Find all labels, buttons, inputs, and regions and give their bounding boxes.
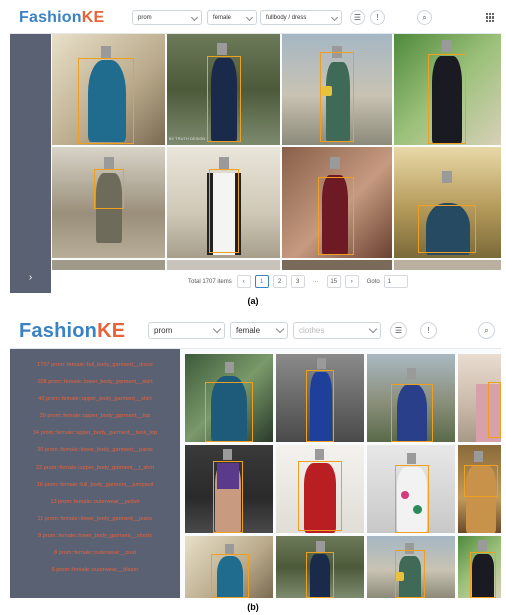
watermark: BY TRUTH DESIGN [169,136,206,141]
result-image[interactable] [185,354,273,442]
panel-a: FashionKE prom female fullbody / dress ☰… [10,3,501,293]
goto-input[interactable]: 1 [383,275,408,288]
result-image[interactable] [458,354,501,442]
next-page-button[interactable]: › [344,275,359,288]
filter-icon: ☰ [394,326,403,335]
page-1-button[interactable]: 1 [254,275,269,288]
result-image[interactable] [394,34,501,145]
category-item[interactable]: 1707 prom::female::full_body_garment__dr… [10,357,180,374]
caption-b: (b) [247,602,259,612]
result-image[interactable] [52,260,165,270]
filter-button[interactable]: ☰ [390,322,407,339]
result-image[interactable] [282,147,392,258]
sidebar: › [10,34,51,293]
category-item[interactable]: 13 prom::female::outerwear__jacket [10,494,180,511]
header: FashionKE prom female clothes ☰ ! ⌕ [10,314,501,349]
category-item[interactable]: 11 prom::female::lower_body_garment__jea… [10,511,180,528]
page-ellipsis: ··· [308,275,323,288]
result-image[interactable] [394,147,501,258]
clothes-select[interactable]: fullbody / dress [260,10,342,25]
search-icon: ⌕ [422,12,427,22]
page-15-button[interactable]: 15 [326,275,341,288]
gender-select[interactable]: female [230,322,288,339]
result-image[interactable] [276,445,364,533]
search-button[interactable]: ⌕ [417,10,432,25]
category-item[interactable]: 39 prom::female::upper_body_garment__top [10,408,180,425]
result-image[interactable] [394,260,501,270]
expand-sidebar-icon[interactable]: › [10,272,51,283]
image-grid [180,349,501,598]
header: FashionKE prom female fullbody / dress ☰… [10,3,501,34]
chevron-down-icon [190,13,199,21]
filter-button[interactable]: ☰ [350,10,365,25]
logo[interactable]: FashionKE [19,320,125,343]
gender-value: female [213,14,232,21]
category-item[interactable]: 8 prom::female::outerwear__coat [10,545,180,562]
caption-a: (a) [247,296,259,306]
info-icon: ! [376,13,379,22]
clothes-placeholder: clothes [299,326,325,335]
result-image[interactable] [367,354,455,442]
page-2-button[interactable]: 2 [272,275,287,288]
occasion-select[interactable]: prom [148,322,225,339]
occasion-select[interactable]: prom [132,10,202,25]
chevron-down-icon [245,13,254,21]
gender-value: female [236,326,261,335]
category-item[interactable]: 34 prom::female::upper_body_garment__tan… [10,425,180,442]
search-button[interactable]: ⌕ [478,322,495,339]
chevron-down-icon [330,13,339,21]
category-sidebar: 1707 prom::female::full_body_garment__dr… [10,349,180,598]
total-count: Total 1707 items [188,278,232,285]
result-image[interactable] [367,445,455,533]
image-grid: BY TRUTH DESIGN [51,34,501,270]
prev-page-button[interactable]: ‹ [236,275,251,288]
result-image[interactable] [282,260,392,270]
category-item[interactable]: 108 prom::female::lower_body_garment__sk… [10,374,180,391]
category-item[interactable]: 30 prom::female::lower_body_garment__pan… [10,442,180,459]
clothes-select[interactable]: clothes [293,322,381,339]
goto-label: Goto [366,278,380,285]
category-item[interactable]: 22 prom::female::upper_body_garment__t_s… [10,460,180,477]
category-item[interactable]: 40 prom::female::upper_body_garment__shi… [10,391,180,408]
result-image[interactable] [52,147,165,258]
result-image[interactable] [52,34,165,145]
result-image[interactable] [458,536,501,598]
result-image[interactable] [282,34,392,145]
result-image[interactable] [185,445,273,533]
category-item[interactable]: 9 prom::female::lower_body_garment__shor… [10,528,180,545]
result-image[interactable] [458,445,501,533]
info-button[interactable]: ! [370,10,385,25]
grid-icon[interactable] [486,13,495,22]
occasion-value: prom [154,326,173,335]
result-image[interactable] [276,354,364,442]
result-image[interactable] [367,536,455,598]
search-icon: ⌕ [484,325,489,335]
gender-select[interactable]: female [207,10,257,25]
result-image[interactable] [276,536,364,598]
page-3-button[interactable]: 3 [290,275,305,288]
result-image[interactable] [167,147,280,258]
result-image[interactable] [167,260,280,270]
category-item[interactable]: 6 prom::female::outerwear__blazer [10,562,180,579]
result-image[interactable] [185,536,273,598]
result-image[interactable]: BY TRUTH DESIGN [167,34,280,145]
logo[interactable]: FashionKE [19,9,104,27]
panel-b: FashionKE prom female clothes ☰ ! ⌕ 1707… [10,314,501,598]
pagination: Total 1707 items ‹ 1 2 3 ··· 15 › Goto 1 [51,270,501,293]
info-icon: ! [427,326,430,335]
chevron-down-icon [368,324,378,333]
occasion-value: prom [138,14,152,21]
clothes-value: fullbody / dress [266,14,307,21]
info-button[interactable]: ! [420,322,437,339]
chevron-down-icon [275,324,285,333]
filter-icon: ☰ [353,13,362,22]
chevron-down-icon [212,324,222,333]
category-item[interactable]: 16 prom::female::full_body_garment__jump… [10,477,180,494]
